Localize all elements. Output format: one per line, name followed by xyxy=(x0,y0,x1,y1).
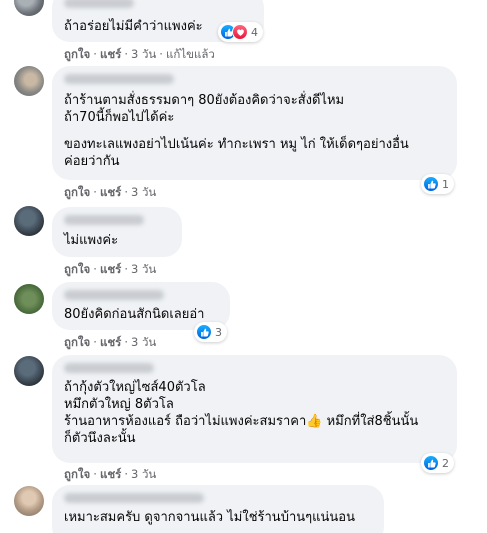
thumbs-up-emoji: 👍 xyxy=(306,414,323,429)
comment-bubble: ถ้าร้านตามสั่งธรรมดาๆ 80ยังต้องคิดว่าจะส… xyxy=(52,66,457,180)
commenter-name[interactable] xyxy=(64,493,204,503)
like-icon xyxy=(196,324,212,340)
timestamp[interactable]: 3 วัน xyxy=(131,467,156,481)
comment-text: ร้านอาหารห้องแอร์ ถือว่าไม่แพงค่ะสมราคา👍… xyxy=(64,414,419,429)
reaction-count: 3 xyxy=(215,325,222,339)
commenter-name[interactable] xyxy=(64,74,174,84)
commenter-name[interactable] xyxy=(64,363,154,373)
comment-actions: ถูกใจ · แชร์ · 3 วัน xyxy=(64,335,157,349)
commenter-name[interactable] xyxy=(64,215,144,225)
edited-label: แก้ไขแล้ว xyxy=(165,47,215,61)
comment-bubble: ไม่แพงค่ะ xyxy=(52,207,182,257)
share-action[interactable]: แชร์ xyxy=(100,335,121,349)
comment-text: ถ้ากุ้งตัวใหญ่ไซส์40ตัวโล xyxy=(64,380,206,395)
timestamp[interactable]: 3 วัน xyxy=(131,47,156,61)
share-action[interactable]: แชร์ xyxy=(100,467,121,481)
comment-text: เหมาะสมครับ ดูจากจานแล้ว ไม่ใช่ร้านบ้านๆ… xyxy=(64,510,355,525)
comment-text: ของทะเลแพงอย่าไปเน้นค่ะ ทำกะเพรา หมู ไก่… xyxy=(64,137,409,169)
love-icon xyxy=(232,24,248,40)
like-icon xyxy=(423,455,439,471)
comment-text: ก็ตัวนึงละนั้น xyxy=(64,431,136,446)
avatar[interactable] xyxy=(14,206,44,236)
comment-actions: ถูกใจ · แชร์ · 3 วัน xyxy=(64,467,157,481)
avatar[interactable] xyxy=(14,486,44,516)
like-action[interactable]: ถูกใจ xyxy=(64,262,90,276)
reaction-summary[interactable]: 4 xyxy=(218,22,263,42)
comment-text: 80ยังคิดก่อนสักนิดเลยอ่า xyxy=(64,307,205,322)
comment-actions: ถูกใจ · แชร์ · 3 วัน xyxy=(64,185,157,199)
avatar[interactable] xyxy=(14,0,44,16)
comment-text: ถ้าร้านตามสั่งธรรมดาๆ 80ยังต้องคิดว่าจะส… xyxy=(64,93,345,125)
reaction-count: 2 xyxy=(442,456,449,470)
commenter-name[interactable] xyxy=(64,290,164,300)
comment-bubble: เหมาะสมครับ ดูจากจานแล้ว ไม่ใช่ร้านบ้านๆ… xyxy=(52,485,384,533)
reaction-count: 1 xyxy=(442,177,449,191)
comment-actions: ถูกใจ · แชร์ · 3 วัน xyxy=(64,262,157,276)
comment-text: หมึกตัวใหญ่ 8ตัวโล xyxy=(64,397,174,412)
reaction-summary[interactable]: 3 xyxy=(194,322,227,342)
share-action[interactable]: แชร์ xyxy=(100,47,121,61)
comment-bubble: ถ้ากุ้งตัวใหญ่ไซส์40ตัวโล หมึกตัวใหญ่ 8ต… xyxy=(52,355,457,463)
avatar[interactable] xyxy=(14,284,44,314)
like-action[interactable]: ถูกใจ xyxy=(64,185,90,199)
share-action[interactable]: แชร์ xyxy=(100,185,121,199)
timestamp[interactable]: 3 วัน xyxy=(131,185,156,199)
avatar[interactable] xyxy=(14,66,44,96)
timestamp[interactable]: 3 วัน xyxy=(131,262,156,276)
like-action[interactable]: ถูกใจ xyxy=(64,335,90,349)
share-action[interactable]: แชร์ xyxy=(100,262,121,276)
reaction-count: 4 xyxy=(251,25,258,39)
reaction-summary[interactable]: 1 xyxy=(421,174,454,194)
reaction-summary[interactable]: 2 xyxy=(421,453,454,473)
like-action[interactable]: ถูกใจ xyxy=(64,467,90,481)
timestamp[interactable]: 3 วัน xyxy=(131,335,156,349)
commenter-name[interactable] xyxy=(64,0,134,8)
like-icon xyxy=(423,176,439,192)
like-action[interactable]: ถูกใจ xyxy=(64,47,90,61)
comment-text: ไม่แพงค่ะ xyxy=(64,233,119,248)
avatar[interactable] xyxy=(14,356,44,386)
comment-actions: ถูกใจ · แชร์ · 3 วัน · แก้ไขแล้ว xyxy=(64,47,215,61)
